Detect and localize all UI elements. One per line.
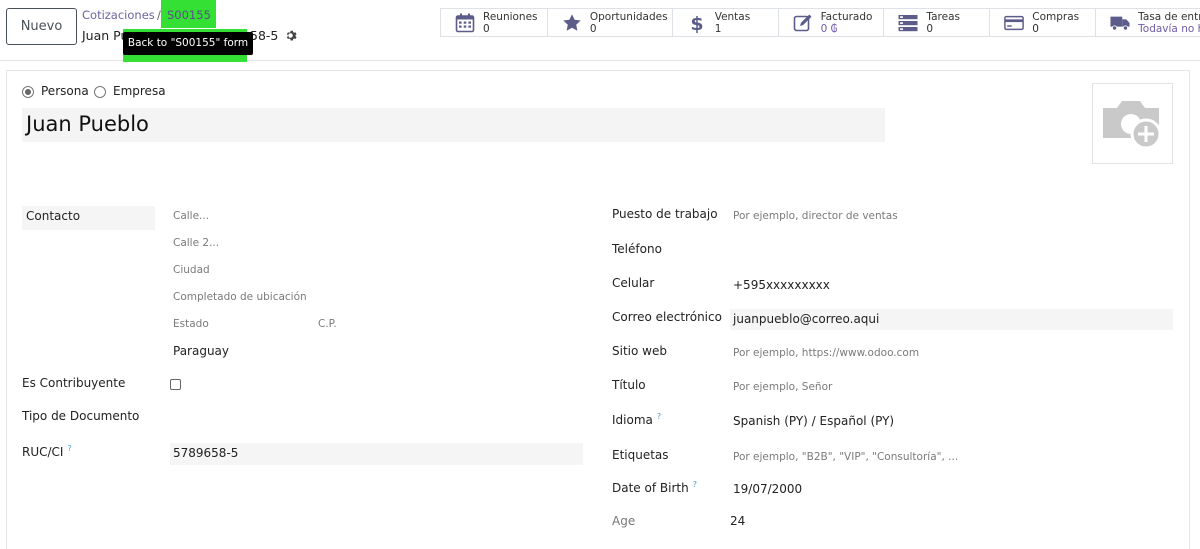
city-input[interactable]: Ciudad bbox=[173, 264, 210, 276]
job-position-input[interactable]: Por ejemplo, director de ventas bbox=[733, 210, 898, 222]
new-button[interactable]: Nuevo bbox=[6, 8, 77, 45]
breadcrumb-tooltip: Back to "S00155" form bbox=[123, 32, 253, 55]
radio-persona[interactable] bbox=[22, 86, 34, 98]
language-select[interactable]: Spanish (PY) / Español (PY) bbox=[733, 414, 894, 428]
contact-label: Contacto bbox=[26, 209, 81, 223]
document-type-label: Tipo de Documento bbox=[22, 409, 140, 423]
smart-button-label: Ventas bbox=[714, 11, 751, 23]
phone-label: Teléfono bbox=[612, 242, 662, 256]
dollar-icon: $ bbox=[690, 13, 703, 33]
street-input[interactable]: Calle... bbox=[173, 210, 209, 222]
age-label: Age bbox=[612, 514, 636, 528]
help-icon[interactable]: ? bbox=[693, 480, 697, 489]
email-label: Correo electrónico bbox=[612, 310, 722, 324]
smart-button-label: Tareas bbox=[926, 11, 960, 23]
smart-button-ventas[interactable]: $ Ventas 1 bbox=[673, 9, 779, 36]
job-position-label: Puesto de trabajo bbox=[612, 207, 718, 221]
mobile-label: Celular bbox=[612, 276, 655, 290]
radio-empresa-label[interactable]: Empresa bbox=[113, 84, 166, 98]
taxpayer-checkbox[interactable] bbox=[170, 379, 181, 390]
smart-button-compras[interactable]: Compras 0 bbox=[990, 9, 1097, 36]
record-title-end: 58-5 bbox=[250, 28, 279, 43]
mobile-input[interactable]: +595xxxxxxxxx bbox=[733, 278, 830, 292]
avatar-upload[interactable] bbox=[1092, 83, 1173, 164]
gear-icon[interactable] bbox=[284, 29, 297, 42]
website-label: Sitio web bbox=[612, 344, 667, 358]
birth-date-input[interactable]: 19/07/2000 bbox=[733, 482, 802, 496]
ruc-label-text: RUC/CI bbox=[22, 445, 64, 459]
zip-input[interactable]: C.P. bbox=[318, 318, 337, 330]
location-input[interactable]: Completado de ubicación bbox=[173, 291, 307, 303]
star-icon bbox=[563, 14, 581, 31]
smart-button-oportunidades[interactable]: Oportunidades 0 bbox=[548, 9, 673, 36]
language-label-text: Idioma bbox=[612, 413, 653, 427]
smart-buttons: Reuniones 0 Oportunidades 0 $ Ventas 1 F… bbox=[440, 8, 1200, 37]
invoice-edit-icon bbox=[793, 14, 812, 32]
smart-button-facturado[interactable]: Facturado 0 ₲ bbox=[779, 9, 885, 36]
calendar-icon bbox=[455, 13, 475, 33]
smart-button-value: 0 ₲ bbox=[820, 23, 838, 35]
smart-button-label: Oportunidades bbox=[589, 11, 668, 23]
ruc-label: RUC/CI? bbox=[22, 444, 72, 459]
control-panel: Nuevo Cotizaciones / S00155 Juan Pu 58-5… bbox=[0, 0, 1200, 62]
country-select[interactable]: Paraguay bbox=[173, 344, 229, 358]
smart-button-label: Facturado bbox=[820, 11, 873, 23]
age-value: 24 bbox=[730, 514, 746, 528]
website-input[interactable]: Por ejemplo, https://www.odoo.com bbox=[733, 347, 919, 359]
smart-button-value: 0 bbox=[483, 23, 490, 35]
smart-button-value: 0 bbox=[1032, 23, 1039, 35]
language-label: Idioma? bbox=[612, 412, 661, 427]
title-input[interactable]: Por ejemplo, Señor bbox=[733, 381, 832, 393]
smart-button-tasa-entrega[interactable]: Tasa de entr Todavía no h bbox=[1096, 9, 1200, 36]
smart-button-label: Tasa de entr bbox=[1138, 11, 1200, 23]
radio-empresa[interactable] bbox=[94, 86, 106, 98]
help-icon[interactable]: ? bbox=[657, 412, 661, 421]
title-label: Título bbox=[612, 378, 646, 392]
state-input[interactable]: Estado bbox=[173, 318, 209, 330]
tags-input[interactable]: Por ejemplo, "B2B", "VIP", "Consultoría"… bbox=[733, 451, 958, 463]
record-title-start: Juan Pu bbox=[82, 28, 129, 43]
breadcrumb-parent-link[interactable]: Cotizaciones bbox=[82, 8, 155, 22]
partner-name-input[interactable]: Juan Pueblo bbox=[22, 108, 885, 142]
smart-button-reuniones[interactable]: Reuniones 0 bbox=[441, 9, 548, 36]
truck-icon bbox=[1110, 16, 1130, 31]
smart-button-label: Compras bbox=[1032, 11, 1080, 23]
birth-date-label: Date of Birth? bbox=[612, 480, 697, 495]
street2-input[interactable]: Calle 2... bbox=[173, 237, 219, 249]
credit-card-icon bbox=[1004, 15, 1025, 31]
smart-button-value: 0 bbox=[926, 23, 934, 35]
smart-button-tareas[interactable]: Tareas 0 bbox=[884, 9, 991, 36]
radio-persona-label[interactable]: Persona bbox=[41, 84, 89, 98]
smart-button-value: Todavía no h bbox=[1138, 23, 1200, 35]
birth-date-label-text: Date of Birth bbox=[612, 481, 689, 495]
camera-plus-icon bbox=[1103, 101, 1162, 150]
ruc-input[interactable]: 5789658-5 bbox=[173, 446, 238, 460]
smart-button-value: 1 bbox=[714, 23, 722, 35]
smart-button-value: 0 bbox=[589, 23, 597, 35]
breadcrumb-current-link[interactable]: S00155 bbox=[161, 0, 216, 28]
email-input[interactable]: juanpueblo@correo.aqui bbox=[733, 312, 879, 326]
smart-button-label: Reuniones bbox=[483, 11, 538, 23]
tasks-icon bbox=[898, 15, 918, 32]
tags-label: Etiquetas bbox=[612, 448, 669, 462]
taxpayer-label: Es Contribuyente bbox=[22, 376, 126, 390]
svg-text:$: $ bbox=[690, 13, 703, 33]
help-icon[interactable]: ? bbox=[67, 444, 71, 453]
